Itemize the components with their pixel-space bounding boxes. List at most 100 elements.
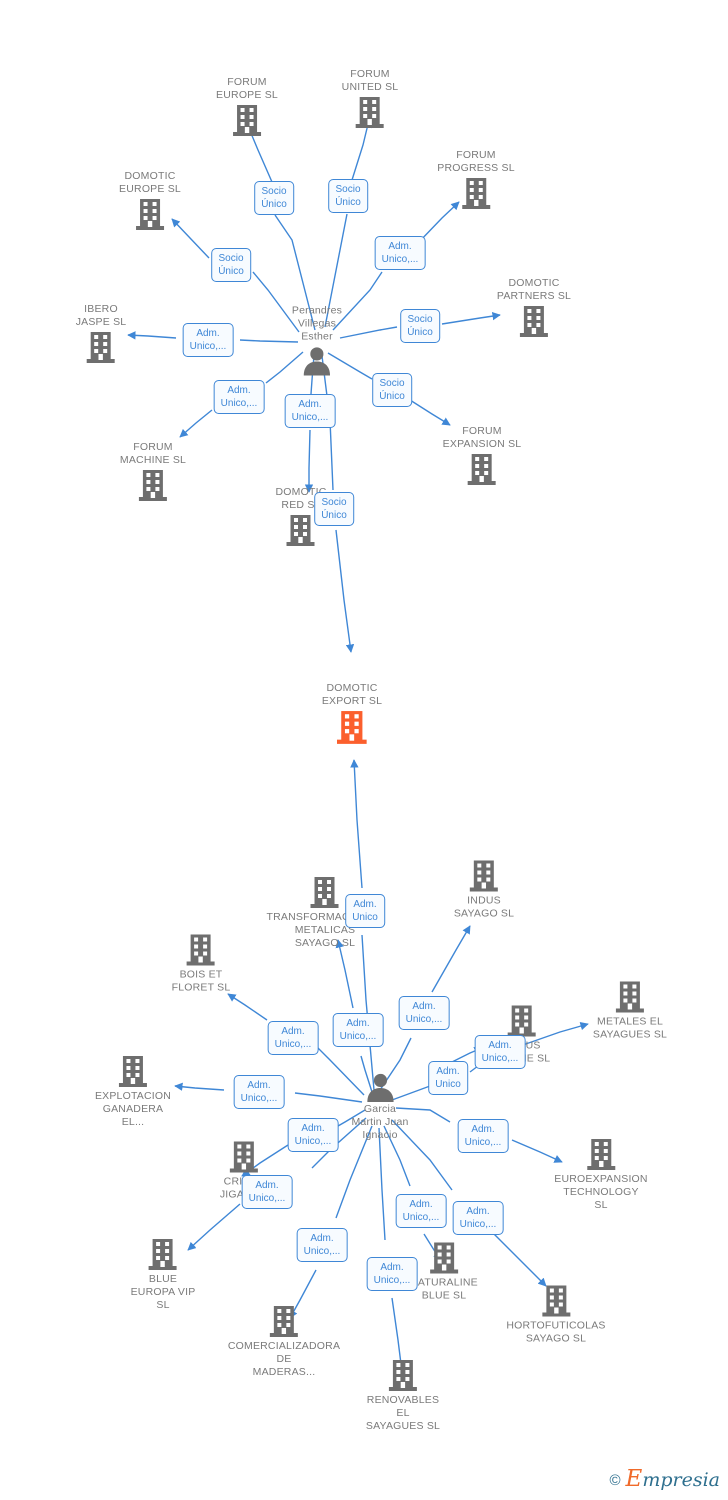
node-label-forum-europe: FORUM EUROPE SL <box>216 76 278 101</box>
edge-label-garcia-martin-to-explotacion-ganadera[interactable]: Adm. Unico,... <box>233 1075 285 1109</box>
node-icon-hortofuticolas <box>506 1285 605 1319</box>
node-icon-indus-sayago <box>454 860 514 894</box>
graph-node-domotic-europe[interactable]: DOMOTIC EUROPE SL <box>119 170 181 232</box>
edge-label-perandres-to-forum-united[interactable]: Socio Único <box>328 179 368 213</box>
building-icon <box>389 1360 417 1391</box>
building-icon <box>286 515 315 546</box>
graph-node-naturaline-blue[interactable]: NATURALINE BLUE SL <box>410 1242 478 1303</box>
node-icon-naturaline-blue <box>410 1242 478 1276</box>
graph-node-explotacion-ganadera[interactable]: EXPLOTACION GANADERA EL... <box>95 1055 171 1129</box>
node-icon-forum-expansion <box>443 453 522 487</box>
edge-perandres-to-domotic-red <box>304 429 314 493</box>
edge-label-perandres-to-domotic-europe[interactable]: Socio Único <box>211 248 251 282</box>
building-icon <box>468 454 496 485</box>
node-label-metales-el-sayagues: METALES EL SAYAGUES SL <box>592 1015 668 1041</box>
empresia-watermark: © Empresia <box>609 1468 720 1491</box>
graph-node-forum-progress[interactable]: FORUM PROGRESS SL <box>437 149 515 211</box>
graph-node-forum-united[interactable]: FORUM UNITED SL <box>342 68 399 130</box>
edge-label-garcia-martin-to-renovables[interactable]: Adm. Unico,... <box>366 1257 418 1291</box>
brand-rest: mpresia <box>642 1469 720 1491</box>
graph-node-ibero-jaspe[interactable]: IBERO JASPE SL <box>76 303 127 365</box>
building-icon <box>429 1242 458 1274</box>
edge-label-garcia-martin-to-bois-et-floret[interactable]: Adm. Unico,... <box>267 1021 319 1055</box>
edge-perandres-to-domotic-partners <box>339 326 398 339</box>
edge-label-perandres-to-forum-progress[interactable]: Adm. Unico,... <box>374 236 426 270</box>
graph-node-metales-el-sayagues[interactable]: METALES EL SAYAGUES SL <box>593 981 667 1042</box>
node-icon-garcia-martin <box>351 1072 408 1102</box>
edge-label-garcia-martin-to-hortofuticolas[interactable]: Adm. Unico,... <box>452 1201 504 1235</box>
person-icon <box>366 1073 394 1102</box>
graph-node-euroexpansion[interactable]: EUROEXPANSION TECHNOLOGY SL <box>554 1138 648 1212</box>
edge-label-garcia-martin-to-euroexpansion[interactable]: Adm. Unico,... <box>457 1119 509 1153</box>
edge-perandres-to-forum-machine <box>179 409 213 438</box>
edge-label-garcia-martin-to-indus-sayago[interactable]: Adm. Unico,... <box>398 996 450 1030</box>
edge-label-garcia-martin-to-blue-europa-vip[interactable]: Adm. Unico,... <box>241 1175 293 1209</box>
graph-node-comercializadora[interactable]: COMERCIALIZADORA DE MADERAS... <box>228 1305 340 1379</box>
building-icon <box>118 1056 147 1087</box>
node-label-forum-progress: FORUM PROGRESS SL <box>437 149 515 174</box>
edge-label-perandres-to-ibero-jaspe[interactable]: Adm. Unico,... <box>182 323 234 357</box>
building-icon <box>469 860 498 892</box>
graph-node-renovables[interactable]: RENOVABLES EL SAYAGUES SL <box>366 1359 440 1433</box>
edge-label-perandres-to-forum-machine[interactable]: Adm. Unico,... <box>213 380 265 414</box>
edge-label-garcia-martin-to-comercializadora[interactable]: Adm. Unico,... <box>296 1228 348 1262</box>
graph-node-indus-sayago[interactable]: INDUS SAYAGO SL <box>454 860 514 921</box>
brand-name: Empresia <box>626 1468 720 1491</box>
node-label-perandres: Perandres Villegas Esther <box>291 304 343 343</box>
building-icon <box>616 981 644 1013</box>
graph-node-garcia-martin[interactable]: Garcia Martin Juan Ignacio <box>351 1072 408 1142</box>
edge-garcia-martin-to-blue-europa-vip <box>187 1203 241 1251</box>
brand-initial: E <box>625 1466 643 1492</box>
edge-garcia-martin-to-hortofuticolas <box>493 1233 547 1287</box>
graph-node-forum-europe[interactable]: FORUM EUROPE SL <box>216 76 278 138</box>
node-label-naturaline-blue: NATURALINE BLUE SL <box>410 1276 478 1302</box>
edge-label-garcia-martin-to-domotic-export[interactable]: Adm. Unico <box>345 894 385 928</box>
edge-label-perandres-to-forum-expansion[interactable]: Socio Único <box>372 373 412 407</box>
edge-label-perandres-to-domotic-export[interactable]: Socio Único <box>314 492 354 526</box>
edge-label-perandres-to-forum-europe[interactable]: Socio Único <box>254 181 294 215</box>
building-icon <box>269 1306 298 1337</box>
graph-node-forum-machine[interactable]: FORUM MACHINE SL <box>120 441 186 503</box>
edge-label-nexus-online-to-metales-el-sayagues[interactable]: Adm. Unico,... <box>474 1035 526 1069</box>
graph-node-blue-europa-vip[interactable]: BLUE EUROPA VIP SL <box>131 1238 196 1312</box>
edge-label-garcia-martin-to-cripto-jigar[interactable]: Adm. Unico,... <box>287 1118 339 1152</box>
relations-graph-canvas[interactable]: FORUM EUROPE SL FORUM UNITED SL DOMOTIC EU… <box>0 0 728 1500</box>
building-icon <box>337 711 367 744</box>
node-icon-perandres <box>292 346 342 376</box>
node-icon-metales-el-sayagues <box>593 981 667 1015</box>
building-icon <box>311 877 339 908</box>
edge-perandres-to-ibero-jaspe <box>239 339 299 343</box>
node-label-bois-et-floret: BOIS ET FLORET SL <box>171 968 231 994</box>
graph-node-forum-expansion[interactable]: FORUM EXPANSION SL <box>443 425 522 487</box>
edge-label-perandres-to-domotic-red[interactable]: Adm. Unico,... <box>284 394 336 428</box>
node-icon-renovables <box>366 1359 440 1393</box>
graph-node-hortofuticolas[interactable]: HORTOFUTICOLAS SAYAGO SL <box>506 1285 605 1346</box>
node-icon-domotic-europe <box>119 198 181 232</box>
graph-node-domotic-export[interactable]: DOMOTIC EXPORT SL <box>322 682 382 746</box>
node-icon-cripto-jigar <box>220 1141 268 1175</box>
building-icon <box>136 199 164 230</box>
building-icon <box>186 934 215 966</box>
building-icon <box>356 97 384 128</box>
edge-label-garcia-martin-to-nexus-online[interactable]: Adm. Unico <box>428 1061 468 1095</box>
node-icon-forum-united <box>342 96 399 130</box>
building-icon <box>508 1005 536 1037</box>
edge-garcia-martin-to-renovables <box>378 1127 386 1241</box>
edge-label-perandres-to-domotic-partners[interactable]: Socio Único <box>400 309 440 343</box>
node-label-euroexpansion: EUROEXPANSION TECHNOLOGY SL <box>554 1173 648 1211</box>
edge-label-garcia-martin-to-naturaline-blue[interactable]: Adm. Unico,... <box>395 1194 447 1228</box>
copyright-symbol: © <box>609 1471 621 1489</box>
graph-node-bois-et-floret[interactable]: BOIS ET FLORET SL <box>172 934 231 995</box>
node-label-garcia-martin: Garcia Martin Juan Ignacio <box>351 1103 409 1141</box>
node-label-ibero-jaspe: IBERO JASPE SL <box>75 303 127 328</box>
graph-node-domotic-partners[interactable]: DOMOTIC PARTNERS SL <box>497 277 571 339</box>
building-icon <box>461 178 490 209</box>
graph-node-perandres[interactable]: Perandres Villegas Esther <box>292 305 342 376</box>
edge-garcia-martin-to-domotic-export <box>350 759 363 889</box>
edge-perandres-to-domotic-export <box>335 529 355 653</box>
edge-label-garcia-martin-to-transformaciones[interactable]: Adm. Unico,... <box>332 1013 384 1047</box>
edge-perandres-to-ibero-jaspe <box>127 331 177 340</box>
node-label-comercializadora: COMERCIALIZADORA DE MADERAS... <box>227 1340 341 1378</box>
edge-perandres-to-domotic-partners <box>441 311 501 325</box>
node-label-explotacion-ganadera: EXPLOTACION GANADERA EL... <box>94 1090 172 1128</box>
